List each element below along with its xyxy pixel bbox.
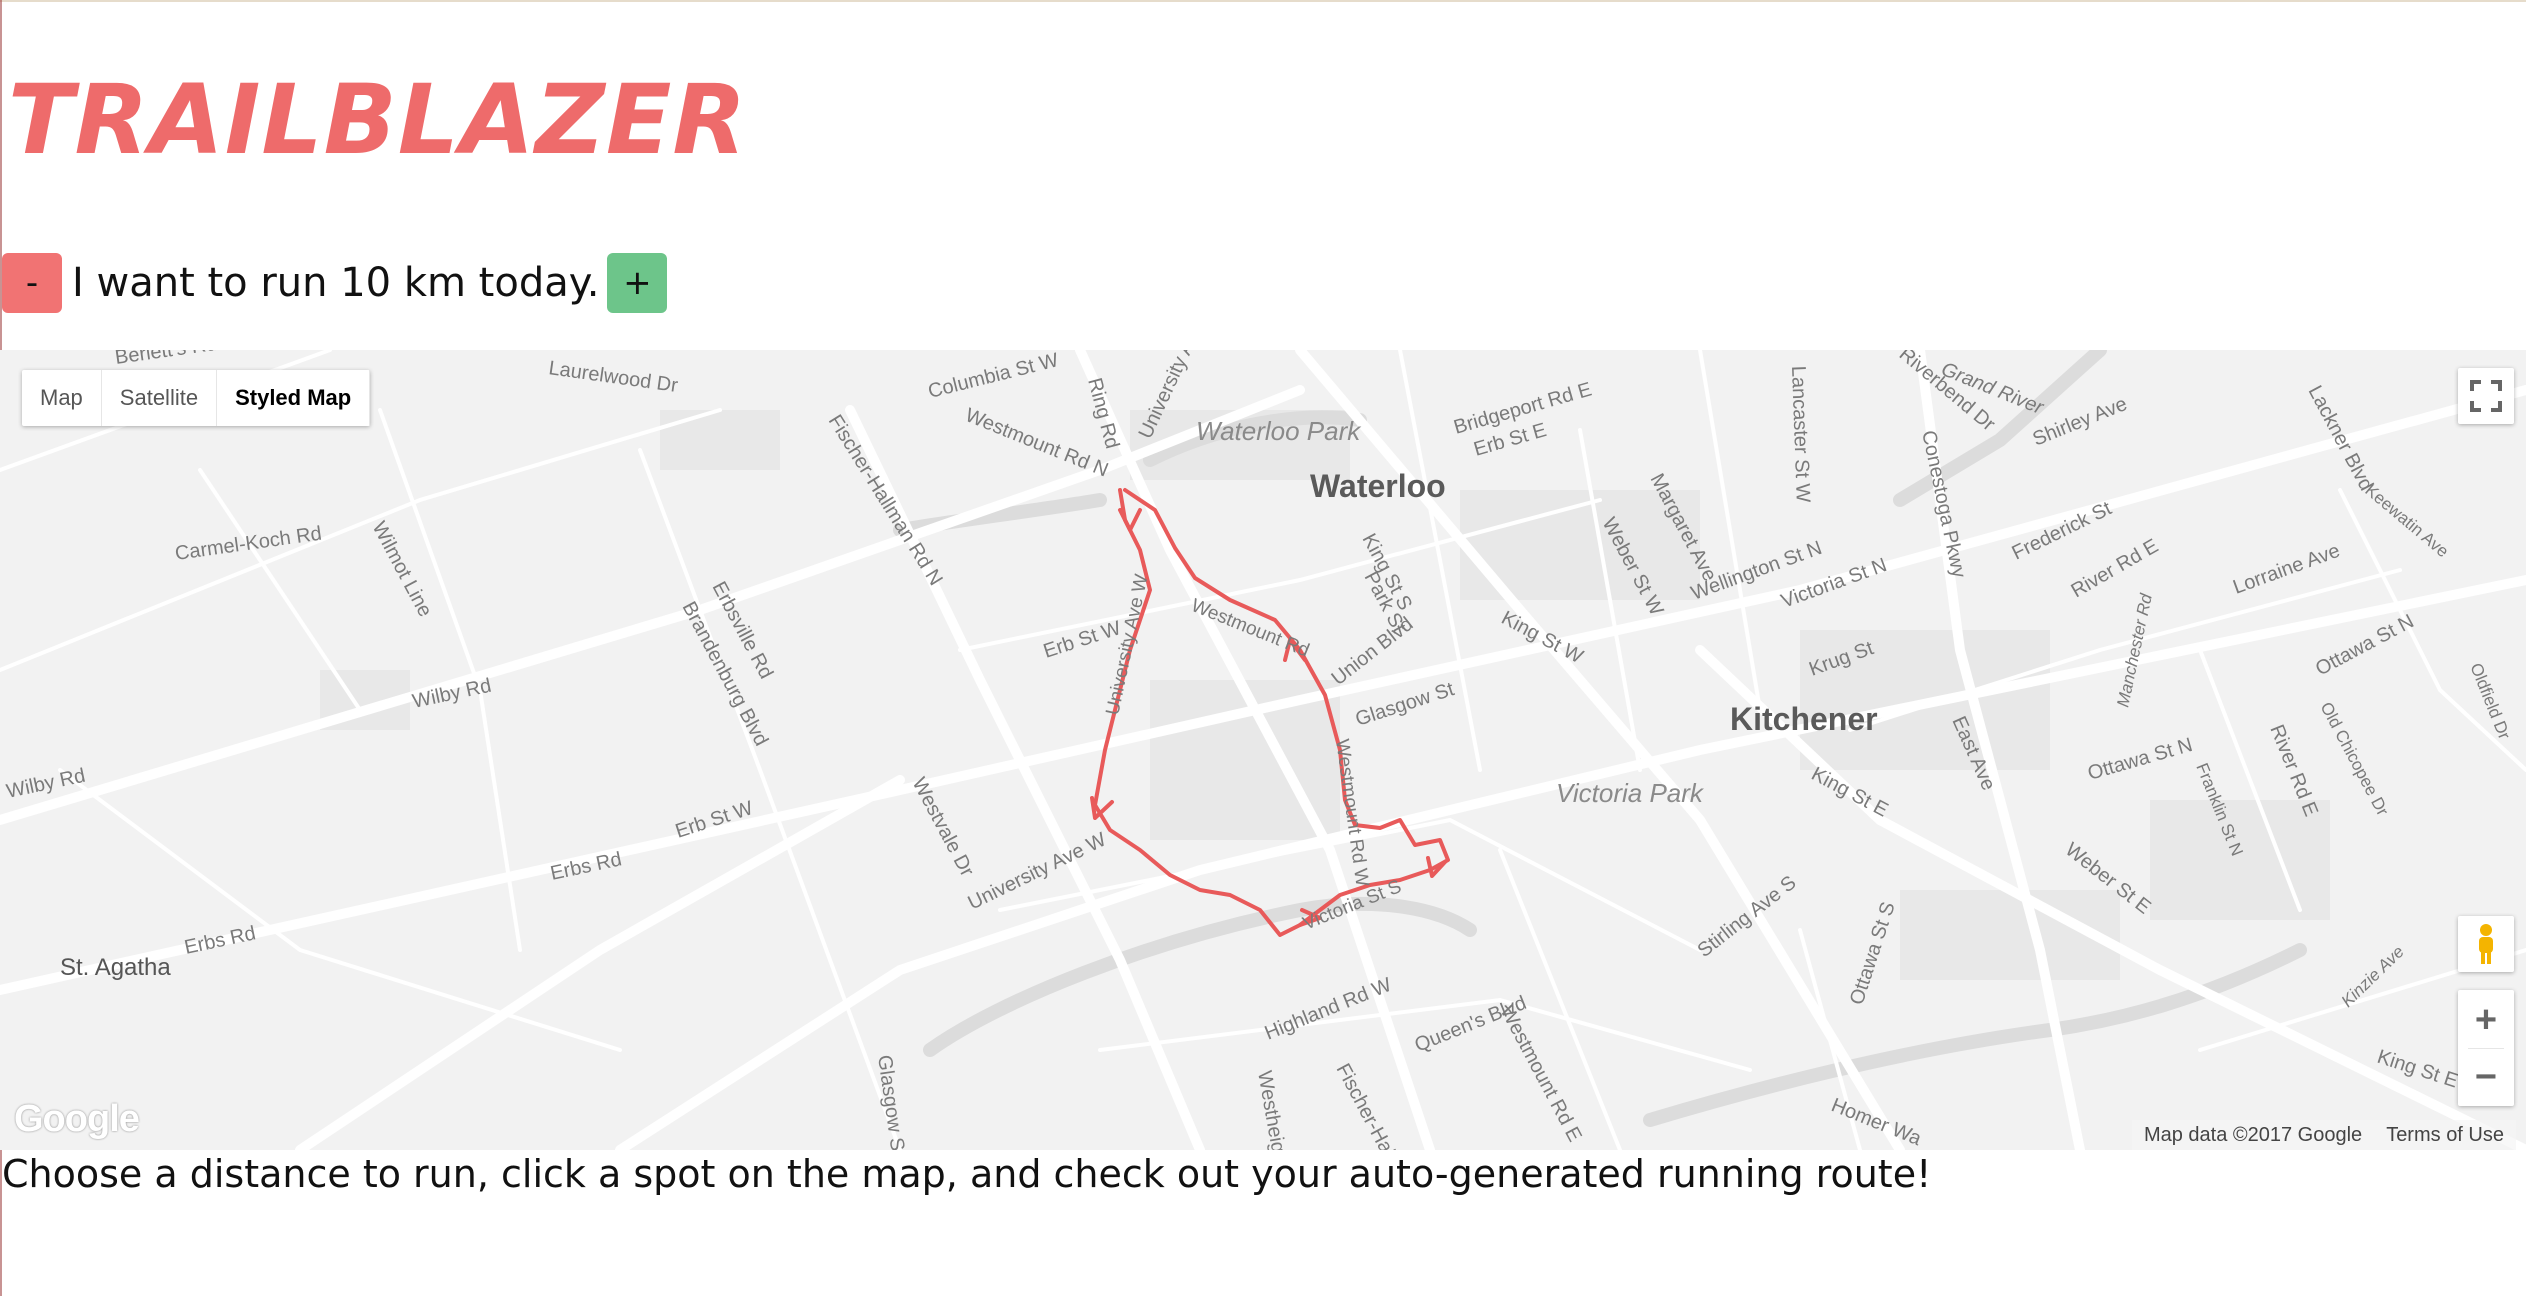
map-type-control: Map Satellite Styled Map: [22, 370, 371, 426]
map-label-kitchener: Kitchener: [1730, 701, 1878, 737]
map[interactable]: Waterloo Kitchener Waterloo Park Victori…: [0, 350, 2526, 1150]
fullscreen-button[interactable]: [2458, 368, 2514, 424]
map-label-waterloo: Waterloo: [1310, 468, 1446, 504]
pegman-icon: [2479, 924, 2493, 964]
map-label-victoria-park: Victoria Park: [1556, 778, 1705, 808]
app-title: TRAILBLAZER: [8, 64, 748, 176]
increase-distance-button[interactable]: +: [607, 253, 668, 313]
map-data-credit: Map data ©2017 Google: [2143, 1123, 2363, 1146]
fullscreen-icon: [2470, 380, 2502, 412]
map-attribution: Map data ©2017 Google Terms of Use: [2131, 1120, 2516, 1150]
map-type-map-button[interactable]: Map: [22, 370, 102, 426]
street-view-button[interactable]: [2458, 916, 2514, 972]
terms-of-use-link[interactable]: Terms of Use: [2374, 1124, 2516, 1147]
map-label-waterloo-park: Waterloo Park: [1196, 416, 1362, 446]
google-logo: Google: [14, 1098, 140, 1140]
map-type-styled-button[interactable]: Styled Map: [217, 370, 371, 426]
map-type-satellite-button[interactable]: Satellite: [102, 370, 218, 426]
decrease-distance-button[interactable]: -: [2, 253, 62, 313]
zoom-out-button[interactable]: −: [2458, 1049, 2514, 1105]
distance-controls: - I want to run 10 km today. +: [2, 252, 668, 314]
distance-text: I want to run 10 km today.: [72, 260, 600, 306]
instructions-text: Choose a distance to run, click a spot o…: [2, 1152, 1932, 1196]
map-label-st-agatha: St. Agatha: [60, 954, 171, 981]
zoom-control: + −: [2458, 990, 2514, 1106]
map-canvas[interactable]: Waterloo Kitchener Waterloo Park Victori…: [0, 350, 2526, 1150]
top-border: [0, 0, 2526, 2]
zoom-in-button[interactable]: +: [2458, 992, 2514, 1048]
